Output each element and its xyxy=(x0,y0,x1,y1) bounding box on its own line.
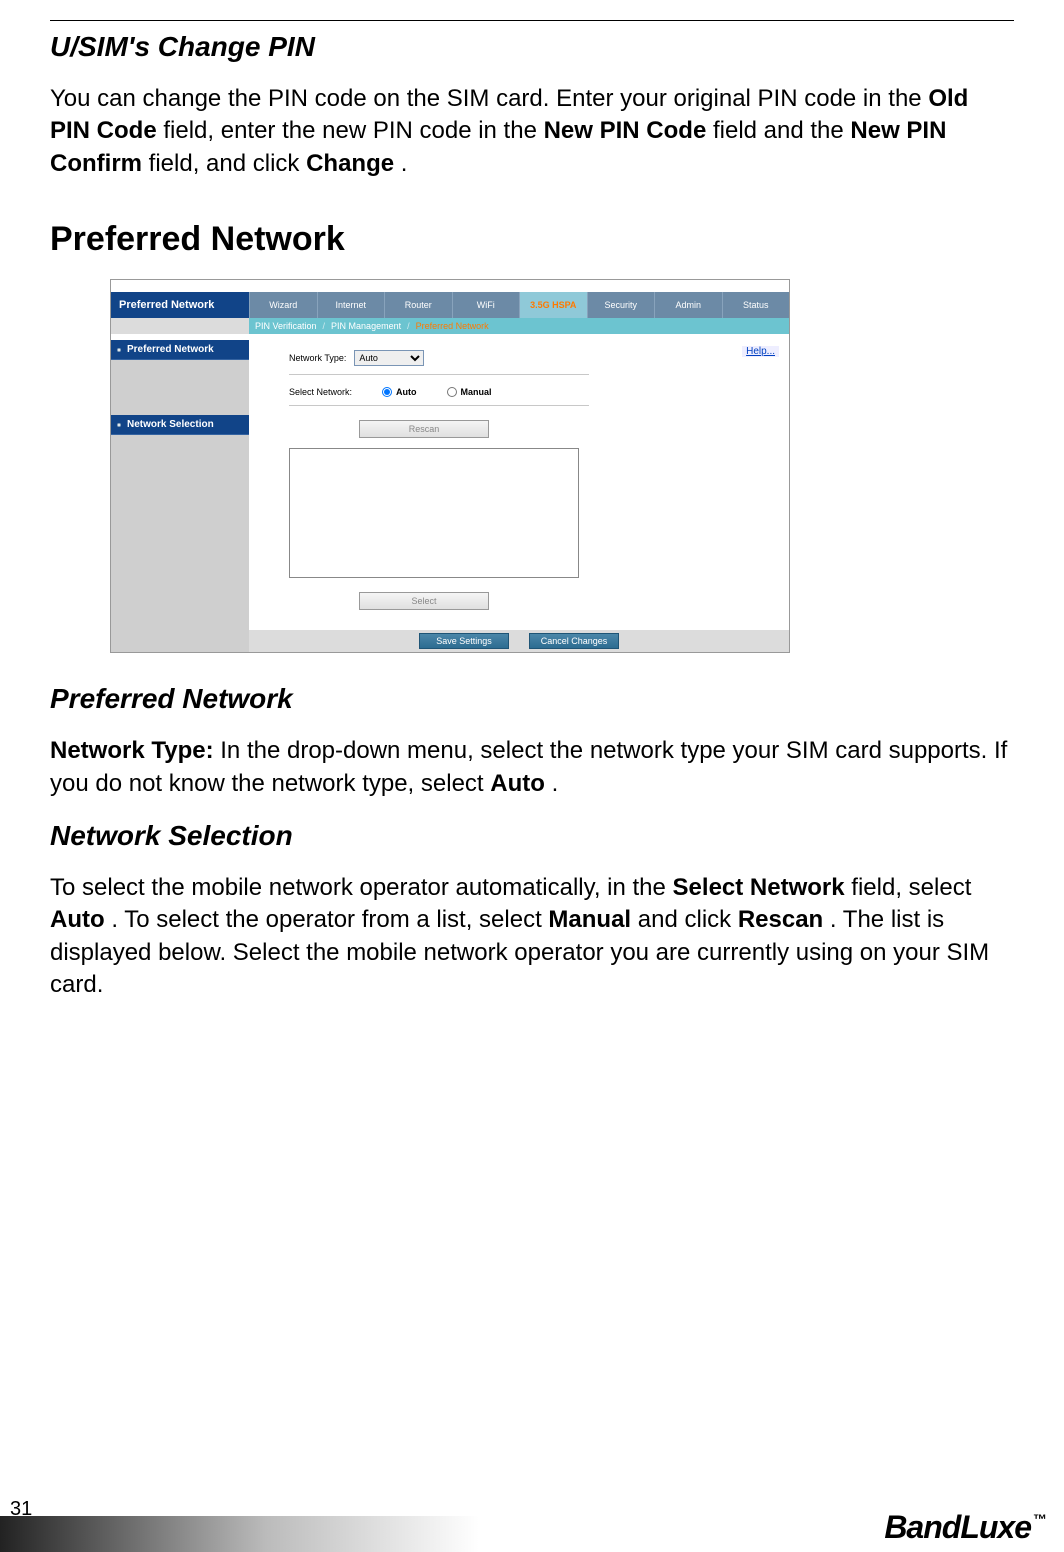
ui-header-title: Preferred Network xyxy=(111,292,249,318)
top-tabs: Wizard Internet Router WiFi 3.5G HSPA Se… xyxy=(249,292,789,318)
network-type-select[interactable]: Auto xyxy=(354,350,424,366)
page-footer: 31 BandLuxe™ xyxy=(0,1492,1064,1552)
divider xyxy=(289,374,589,375)
tab-admin[interactable]: Admin xyxy=(654,292,722,318)
subtab-separator: / xyxy=(407,321,410,331)
text: field, enter the new PIN code in the xyxy=(163,117,543,144)
text-change: Change xyxy=(306,150,394,177)
tab-security[interactable]: Security xyxy=(587,292,655,318)
router-admin-screenshot: Preferred Network Wizard Internet Router… xyxy=(110,279,790,653)
radio-option-manual[interactable]: Manual xyxy=(447,387,492,397)
text-network-type-label: Network Type: xyxy=(50,737,214,764)
radio-manual-label: Manual xyxy=(461,387,492,397)
subtab-separator: / xyxy=(323,321,326,331)
tab-35g-hspa[interactable]: 3.5G HSPA xyxy=(519,292,587,318)
ui-footer-left xyxy=(111,630,249,652)
rescan-button[interactable]: Rescan xyxy=(359,420,489,438)
sidebar: Preferred Network Network Selection xyxy=(111,340,249,630)
top-rule xyxy=(50,20,1014,21)
radio-auto-label: Auto xyxy=(396,387,417,397)
subtabs: PIN Verification / PIN Management / Pref… xyxy=(249,318,789,334)
ui-content: Preferred Network Network Selection Help… xyxy=(111,340,789,630)
text: . xyxy=(401,150,408,177)
network-type-label: Network Type: xyxy=(289,353,346,363)
text-auto2: Auto xyxy=(50,906,105,933)
sidebar-item-label: Network Selection xyxy=(127,419,214,430)
sidebar-item-label: Preferred Network xyxy=(127,344,214,355)
subtab-pin-management[interactable]: PIN Management xyxy=(331,321,401,331)
bullet-icon xyxy=(117,348,121,352)
heading-network-selection: Network Selection xyxy=(50,820,1014,852)
heading-preferred-network-sub: Preferred Network xyxy=(50,683,1014,715)
text-manual: Manual xyxy=(548,906,631,933)
spacer xyxy=(289,620,789,630)
text-rescan: Rescan xyxy=(738,906,823,933)
heading-preferred-network: Preferred Network xyxy=(50,220,1014,259)
tab-wizard[interactable]: Wizard xyxy=(249,292,317,318)
ui-top-strip xyxy=(111,280,789,292)
subtab-preferred-network[interactable]: Preferred Network xyxy=(416,321,489,331)
trademark-icon: ™ xyxy=(1033,1511,1046,1527)
sidebar-item-network-selection[interactable]: Network Selection xyxy=(111,415,249,435)
tab-router[interactable]: Router xyxy=(384,292,452,318)
save-settings-button[interactable]: Save Settings xyxy=(419,633,509,649)
text: You can change the PIN code on the SIM c… xyxy=(50,85,928,112)
subtabs-left-gap xyxy=(111,318,249,334)
ui-header-row: Preferred Network Wizard Internet Router… xyxy=(111,292,789,318)
divider xyxy=(289,405,589,406)
select-button[interactable]: Select xyxy=(359,592,489,610)
cancel-changes-button[interactable]: Cancel Changes xyxy=(529,633,619,649)
ui-footer: Save Settings Cancel Changes xyxy=(111,630,789,652)
text: field and the xyxy=(713,117,850,144)
text: field, and click xyxy=(149,150,306,177)
network-type-row: Network Type: Auto xyxy=(289,350,789,366)
main-panel: Help... Network Type: Auto Select Networ… xyxy=(249,340,789,630)
brand-logo: BandLuxe™ xyxy=(884,1509,1044,1546)
radio-option-auto[interactable]: Auto xyxy=(382,387,417,397)
tab-internet[interactable]: Internet xyxy=(317,292,385,318)
ui-footer-right: Save Settings Cancel Changes xyxy=(249,630,789,652)
subtabs-row: PIN Verification / PIN Management / Pref… xyxy=(111,318,789,334)
brand-text: BandLuxe xyxy=(884,1509,1031,1545)
tab-wifi[interactable]: WiFi xyxy=(452,292,520,318)
paragraph-network-type: Network Type: In the drop-down menu, sel… xyxy=(50,735,1014,800)
help-link[interactable]: Help... xyxy=(742,346,779,357)
bullet-icon xyxy=(117,423,121,427)
text: field, select xyxy=(851,874,971,901)
text: To select the mobile network operator au… xyxy=(50,874,673,901)
select-network-row: Select Network: Auto Manual xyxy=(289,387,789,397)
text: and click xyxy=(638,906,738,933)
heading-usim-change-pin: U/SIM's Change PIN xyxy=(50,31,1014,63)
radio-manual[interactable] xyxy=(447,387,457,397)
text-select-network: Select Network xyxy=(673,874,845,901)
text-auto: Auto xyxy=(490,770,545,797)
network-list[interactable] xyxy=(289,448,579,578)
paragraph-change-pin: You can change the PIN code on the SIM c… xyxy=(50,83,1014,180)
paragraph-network-selection: To select the mobile network operator au… xyxy=(50,872,1014,1002)
radio-auto[interactable] xyxy=(382,387,392,397)
sidebar-gap xyxy=(111,360,249,415)
subtab-pin-verification[interactable]: PIN Verification xyxy=(255,321,317,331)
tab-status[interactable]: Status xyxy=(722,292,790,318)
text: . xyxy=(552,770,559,797)
select-network-label: Select Network: xyxy=(289,387,352,397)
text: . To select the operator from a list, se… xyxy=(111,906,548,933)
sidebar-item-preferred-network[interactable]: Preferred Network xyxy=(111,340,249,360)
text-new-pin-code: New PIN Code xyxy=(544,117,707,144)
